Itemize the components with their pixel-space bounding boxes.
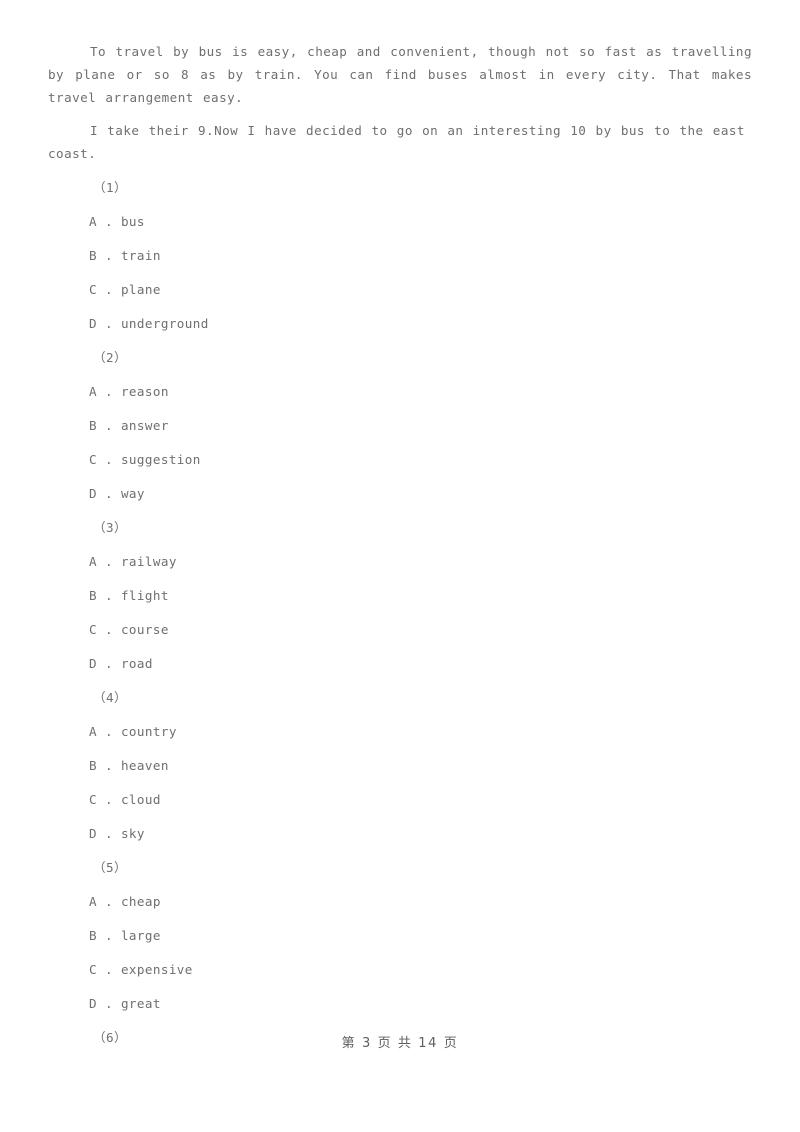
option-text: course (120, 622, 169, 637)
question-number: （4） (93, 690, 127, 705)
option-text: expensive (120, 962, 193, 977)
passage-paragraph-1: To travel by bus is easy, cheap and conv… (48, 44, 752, 105)
answer-option[interactable]: A . country (89, 715, 752, 749)
option-letter: C (89, 962, 97, 977)
option-letter: B (89, 928, 97, 943)
page-content: To travel by bus is easy, cheap and conv… (48, 40, 752, 1055)
answer-option[interactable]: C . suggestion (89, 443, 752, 477)
option-separator: . (96, 996, 121, 1011)
option-text: road (120, 656, 153, 671)
option-letter: D (89, 656, 97, 671)
option-letter: B (89, 588, 97, 603)
option-letter: C (89, 452, 97, 467)
question-group: （1） A . bus B . train C . plane D . undergro… (48, 171, 752, 341)
answer-option[interactable]: B . flight (89, 579, 752, 613)
option-separator: . (96, 486, 121, 501)
question-number: （1） (93, 180, 127, 195)
option-text: train (120, 248, 161, 263)
answer-option[interactable]: A . bus (89, 205, 752, 239)
question-number: （3） (93, 520, 127, 535)
option-separator: . (96, 826, 121, 841)
answer-option[interactable]: D . way (89, 477, 752, 511)
option-letter: A (89, 384, 97, 399)
option-separator: . (96, 418, 121, 433)
option-text: underground (120, 316, 209, 331)
option-separator: . (96, 316, 121, 331)
question-group: （5） A . cheap B . large C . expensive D . gr… (48, 851, 752, 1021)
option-letter: D (89, 316, 97, 331)
option-text: plane (120, 282, 161, 297)
option-letter: A (89, 554, 97, 569)
answer-option[interactable]: B . train (89, 239, 752, 273)
footer-page-indicator: 第 3 页 共 14 页 (341, 1036, 459, 1051)
option-separator: . (96, 282, 121, 297)
answer-option[interactable]: D . great (89, 987, 752, 1021)
page-footer: 第 3 页 共 14 页 (0, 1032, 800, 1051)
answer-option[interactable]: D . sky (89, 817, 752, 851)
option-separator: . (96, 622, 121, 637)
option-text: answer (120, 418, 169, 433)
option-separator: . (96, 554, 121, 569)
option-text: way (120, 486, 145, 501)
option-letter: A (89, 214, 97, 229)
option-letter: C (89, 282, 97, 297)
option-text: suggestion (120, 452, 201, 467)
option-text: cheap (120, 894, 161, 909)
option-letter: D (89, 486, 97, 501)
option-text: heaven (120, 758, 169, 773)
option-separator: . (96, 384, 121, 399)
answer-option[interactable]: B . large (89, 919, 752, 953)
option-letter: C (89, 622, 97, 637)
option-text: sky (120, 826, 145, 841)
option-text: large (120, 928, 161, 943)
answer-option[interactable]: C . cloud (89, 783, 752, 817)
option-separator: . (96, 656, 121, 671)
option-text: bus (120, 214, 145, 229)
question-number: （5） (93, 860, 127, 875)
option-text: flight (120, 588, 169, 603)
option-separator: . (96, 452, 121, 467)
option-letter: B (89, 758, 97, 773)
option-text: country (120, 724, 177, 739)
option-separator: . (96, 792, 121, 807)
passage-paragraph-2: I take their 9.Now I have decided to go … (48, 123, 745, 161)
document-page: To travel by bus is easy, cheap and conv… (0, 0, 800, 1132)
answer-option[interactable]: C . expensive (89, 953, 752, 987)
option-text: reason (120, 384, 169, 399)
option-letter: D (89, 826, 97, 841)
option-text: railway (120, 554, 177, 569)
option-letter: A (89, 724, 97, 739)
question-group: （2） A . reason B . answer C . suggestion D .… (48, 341, 752, 511)
answer-option[interactable]: A . reason (89, 375, 752, 409)
option-letter: A (89, 894, 97, 909)
option-separator: . (96, 724, 121, 739)
option-separator: . (96, 214, 121, 229)
answer-option[interactable]: C . course (89, 613, 752, 647)
answer-option[interactable]: D . road (89, 647, 752, 681)
option-separator: . (96, 928, 121, 943)
option-letter: B (89, 418, 97, 433)
option-letter: C (89, 792, 97, 807)
answer-option[interactable]: B . heaven (89, 749, 752, 783)
option-separator: . (96, 894, 121, 909)
option-text: cloud (120, 792, 161, 807)
answer-option[interactable]: A . railway (89, 545, 752, 579)
option-separator: . (96, 962, 121, 977)
answer-option[interactable]: C . plane (89, 273, 752, 307)
option-letter: B (89, 248, 97, 263)
answer-option[interactable]: B . answer (89, 409, 752, 443)
answer-option[interactable]: D . underground (89, 307, 752, 341)
option-separator: . (96, 588, 121, 603)
option-separator: . (96, 758, 121, 773)
option-text: great (120, 996, 161, 1011)
option-separator: . (96, 248, 121, 263)
answer-option[interactable]: A . cheap (89, 885, 752, 919)
option-letter: D (89, 996, 97, 1011)
question-list: （1） A . bus B . train C . plane D . undergro… (48, 171, 752, 1055)
question-number: （2） (93, 350, 127, 365)
question-group: （3） A . railway B . flight C . course D . ro… (48, 511, 752, 681)
question-group: （4） A . country B . heaven C . cloud D . sky (48, 681, 752, 851)
